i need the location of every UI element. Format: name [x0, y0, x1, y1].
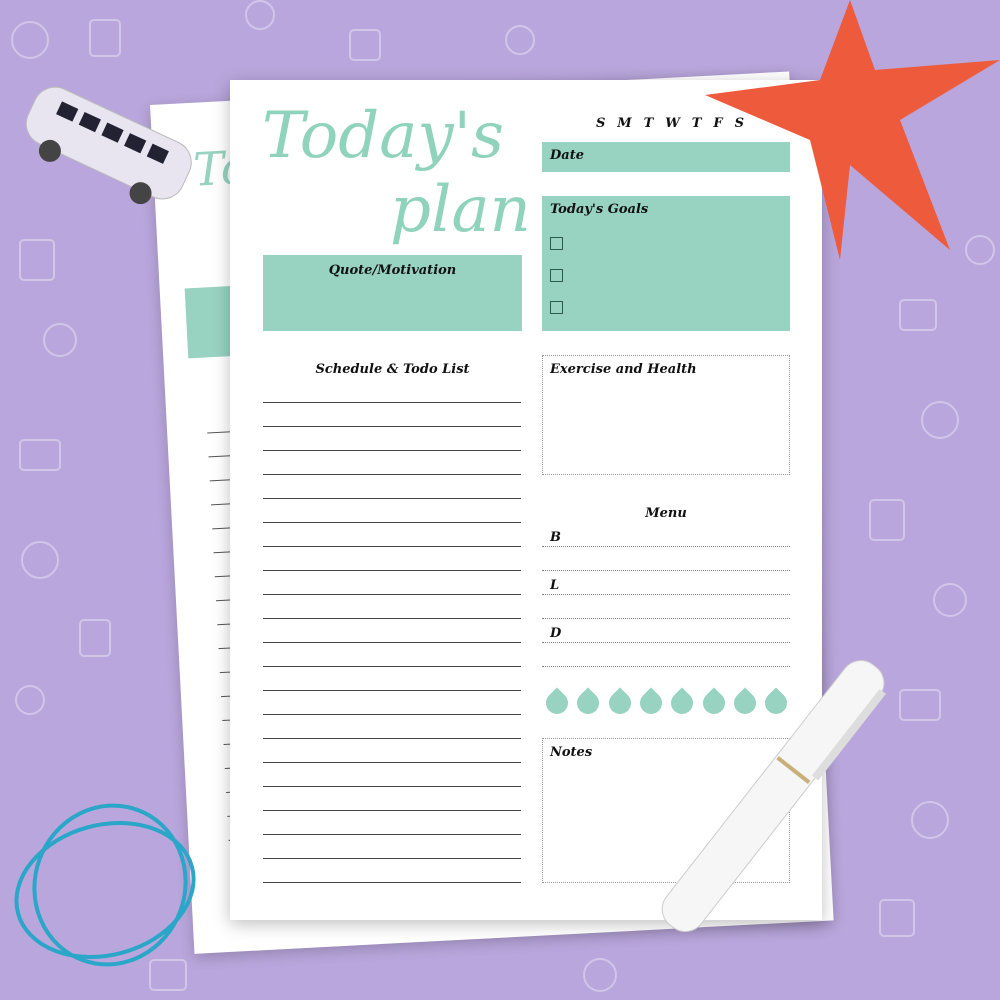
schedule-line[interactable] [263, 522, 521, 523]
starfish-icon [705, 0, 1000, 260]
pen-icon [661, 660, 886, 933]
exercise-label: Exercise and Health [550, 362, 697, 377]
title-line-2: plan [390, 173, 531, 247]
goal-checkbox-3[interactable] [550, 301, 563, 314]
schedule-line[interactable] [263, 546, 521, 547]
notes-label: Notes [550, 745, 593, 760]
schedule-line[interactable] [263, 450, 521, 451]
goals-label: Today's Goals [550, 202, 649, 217]
schedule-label: Schedule & Todo List [315, 362, 470, 377]
schedule-line[interactable] [263, 498, 521, 499]
weekday-wed[interactable]: W [665, 116, 680, 131]
weekday-tue[interactable]: T [644, 116, 654, 131]
schedule-line[interactable] [263, 834, 521, 835]
quote-box[interactable]: Quote/Motivation [263, 255, 522, 331]
schedule-line[interactable] [263, 762, 521, 763]
schedule-line[interactable] [263, 594, 521, 595]
schedule-line[interactable] [263, 618, 521, 619]
rubber-band-icon [14, 803, 196, 967]
schedule-line[interactable] [263, 858, 521, 859]
quote-label: Quote/Motivation [328, 263, 457, 278]
weekday-mon[interactable]: M [617, 116, 631, 131]
title-line-1: Today's [262, 99, 504, 173]
menu-lunch-label: L [550, 578, 560, 593]
schedule-line[interactable] [263, 642, 521, 643]
water-drop-icon[interactable] [572, 687, 604, 719]
menu-breakfast-label: B [550, 530, 561, 545]
menu-line[interactable] [542, 546, 790, 547]
schedule-line[interactable] [263, 882, 521, 883]
goal-checkbox-2[interactable] [550, 269, 563, 282]
schedule-line[interactable] [263, 786, 521, 787]
schedule-line[interactable] [263, 474, 521, 475]
water-drop-icon[interactable] [541, 687, 573, 719]
exercise-box[interactable]: Exercise and Health [542, 355, 790, 475]
toy-bus-icon [25, 86, 192, 205]
schedule-line[interactable] [263, 690, 521, 691]
weekday-sun[interactable]: S [596, 116, 605, 131]
schedule-line[interactable] [263, 570, 521, 571]
menu-line[interactable] [542, 570, 790, 571]
menu-label: Menu [645, 506, 687, 521]
schedule-line[interactable] [263, 402, 521, 403]
schedule-line[interactable] [263, 738, 521, 739]
schedule-line[interactable] [263, 666, 521, 667]
schedule-line[interactable] [263, 810, 521, 811]
schedule-line[interactable] [263, 426, 521, 427]
menu-line[interactable] [542, 594, 790, 595]
date-label: Date [550, 148, 584, 163]
schedule-line[interactable] [263, 714, 521, 715]
goal-checkbox-1[interactable] [550, 237, 563, 250]
menu-dinner-label: D [550, 626, 562, 641]
menu-line[interactable] [542, 618, 790, 619]
